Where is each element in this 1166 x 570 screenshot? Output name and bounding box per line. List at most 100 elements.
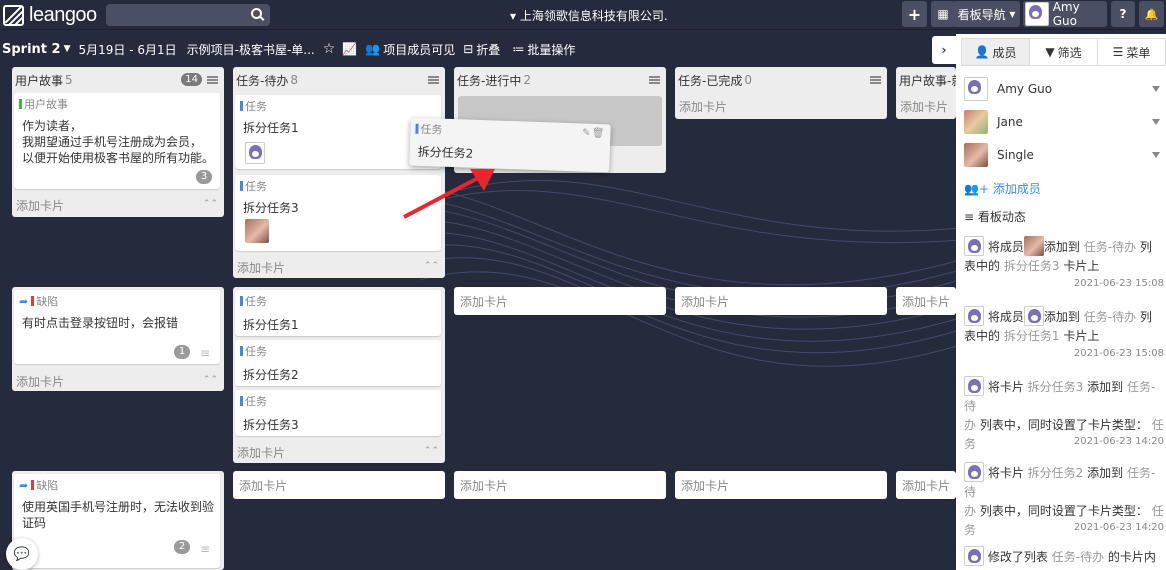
member-avatar xyxy=(245,142,265,164)
board-nav-button[interactable]: 看板导航 ▾ xyxy=(953,1,1020,27)
activity-link[interactable]: 办 xyxy=(964,504,976,518)
filter-icon[interactable] xyxy=(1152,119,1160,125)
add-user-icon: 👥+ xyxy=(964,182,989,196)
card-text: 拆分任务1 xyxy=(243,121,299,135)
activity-link[interactable]: 拆分任务1 xyxy=(1004,329,1060,343)
actor-avatar xyxy=(964,546,984,566)
collapse-up-icon[interactable]: ⌃⌃ xyxy=(203,375,218,385)
grid-icon[interactable]: ▦ xyxy=(931,1,955,27)
activity-link[interactable]: 务 xyxy=(964,437,976,451)
collapse-up-icon[interactable]: ⌃⌃ xyxy=(424,261,439,271)
search-input[interactable] xyxy=(106,4,270,26)
chevron-down-icon[interactable]: ▼ xyxy=(64,44,71,54)
activity-link[interactable]: 办 xyxy=(964,418,976,432)
activity-link[interactable]: 任 xyxy=(1152,418,1164,432)
column-title[interactable]: 任务-待办 xyxy=(236,72,288,89)
help-button[interactable]: ? xyxy=(1111,1,1135,27)
activity-title: 看板动态 xyxy=(977,210,1026,224)
card-type-bar xyxy=(240,181,243,191)
sprint-selector[interactable]: Sprint 2 xyxy=(2,42,61,57)
tab-menu[interactable]: ☰ 菜单 xyxy=(1098,39,1165,65)
side-panel: 👤 成员 ▼ 筛选 ☰ 菜单 Amy Guo Jane Single 👥+ 添加成员 … xyxy=(956,34,1166,570)
activity-text: 将卡片 xyxy=(987,380,1024,394)
activity-link[interactable]: 任务-待办 xyxy=(1052,550,1104,564)
filter-icon[interactable] xyxy=(1152,152,1160,158)
card-bug[interactable]: ➦ 缺陷 使用英国手机号注册时，无法收到验 证码 2 ≡ xyxy=(14,474,220,568)
edit-icon[interactable]: ✎ xyxy=(582,128,591,139)
column-menu-icon[interactable] xyxy=(207,76,218,84)
panel-tabs: 👤 成员 ▼ 筛选 ☰ 菜单 xyxy=(961,38,1166,66)
add-button[interactable]: + xyxy=(902,1,927,27)
add-member-button[interactable]: 👥+ 添加成员 xyxy=(964,180,1041,197)
filter-icon[interactable] xyxy=(1152,86,1160,92)
search-icon[interactable] xyxy=(251,8,262,19)
column-menu-icon[interactable] xyxy=(649,76,660,84)
panel-toggle-chevron-icon[interactable]: › xyxy=(932,36,956,64)
add-member-label: 添加成员 xyxy=(992,182,1041,196)
project-name[interactable]: 示例项目-极客书屋-单... xyxy=(187,41,315,58)
add-card-button[interactable]: 添加卡片 xyxy=(454,471,666,499)
card-bug[interactable]: ➦ 缺陷 有时点击登录按钮时，会报错 1 ≡ xyxy=(14,290,220,364)
add-card-button[interactable]: 添加卡片 xyxy=(896,287,956,315)
add-card-button[interactable]: 添加卡片 xyxy=(679,98,727,115)
tab-filter[interactable]: ▼ 筛选 xyxy=(1030,39,1098,65)
card-type: 任务 xyxy=(240,393,267,409)
member-item[interactable]: Jane xyxy=(964,110,1164,134)
chat-icon[interactable]: 💬 xyxy=(6,538,38,570)
column-header: 用户故事 5 14 xyxy=(12,67,224,93)
column-title[interactable]: 任务-已完成 xyxy=(678,72,742,89)
chart-icon[interactable]: 📈 xyxy=(342,42,357,56)
activity-link[interactable]: 拆分任务2 xyxy=(1028,466,1084,480)
notification-bell-icon[interactable]: 🔔 xyxy=(1139,1,1164,27)
collapse-up-icon[interactable]: ⌃⌃ xyxy=(203,199,218,209)
add-card-button[interactable]: 添加卡片 xyxy=(237,259,285,276)
visibility-button[interactable]: 项目成员可见 xyxy=(383,41,455,58)
activity-link[interactable]: 务 xyxy=(964,523,976,537)
column-title[interactable]: 用户故事 xyxy=(15,72,63,89)
column-title[interactable]: 用户故事-就 xyxy=(899,72,956,89)
member-item[interactable]: Single xyxy=(964,143,1164,167)
company-switcher[interactable]: ▾ 上海领歌信息科技有限公司. xyxy=(510,7,668,24)
star-icon[interactable]: ☆ xyxy=(323,41,336,57)
card-text-line: 使用英国手机号注册时，无法收到验 xyxy=(22,500,215,514)
activity-item: 将成员 添加到 任务-待办 列 表中的 拆分任务3 卡片上 2021-06-23 … xyxy=(964,236,1164,289)
collapse-up-icon[interactable]: ⌃⌃ xyxy=(424,446,439,456)
card-type-label: 任务 xyxy=(245,395,267,408)
add-card-button[interactable]: 添加卡片 xyxy=(675,287,887,315)
add-card-button[interactable]: 添加卡片 xyxy=(233,471,445,499)
tab-members[interactable]: 👤 成员 xyxy=(962,39,1030,65)
add-card-button[interactable]: 添加卡片 xyxy=(16,197,64,214)
activity-link[interactable]: 拆分任务3 xyxy=(1004,259,1060,273)
activity-link[interactable]: 任 xyxy=(1152,504,1164,518)
user-menu[interactable]: Amy Guo xyxy=(1023,0,1107,28)
card-text: 拆分任务3 xyxy=(243,418,299,432)
add-card-button[interactable]: 添加卡片 xyxy=(900,98,948,115)
card-task[interactable]: 任务 拆分任务2 xyxy=(235,340,441,386)
batch-button[interactable]: 批量操作 xyxy=(527,41,575,58)
activity-link[interactable]: 任务-待办 xyxy=(1084,310,1136,324)
collapse-button[interactable]: 折叠 xyxy=(476,41,500,58)
card-task[interactable]: 任务 拆分任务3 xyxy=(235,390,441,436)
add-card-button[interactable]: 添加卡片 xyxy=(896,471,956,499)
add-card-button[interactable]: 添加卡片 xyxy=(237,444,285,461)
column-title[interactable]: 任务-进行中 xyxy=(457,72,521,89)
card-user-story[interactable]: 用户故事 作为读者， 我期望通过手机号注册成为会员， 以便开始使用极客书屋的所有… xyxy=(14,93,220,189)
member-item[interactable]: Amy Guo xyxy=(964,77,1164,101)
activity-text: 添加到 xyxy=(1043,310,1080,324)
activity-item: 将成员 添加到 任务-待办 列 表中的 拆分任务1 卡片上 2021-06-23 … xyxy=(964,306,1164,359)
swimlane-bug-column: ➦ 缺陷 有时点击登录按钮时，会报错 1 ≡ 添加卡片 ⌃⌃ xyxy=(12,287,224,391)
delete-icon[interactable]: 🗑 xyxy=(592,128,605,139)
activity-time: 2021-06-23 14:20 xyxy=(1073,522,1164,533)
add-card-button[interactable]: 添加卡片 xyxy=(675,471,887,499)
activity-link[interactable]: 任务-待办 xyxy=(1084,240,1136,254)
add-card-button[interactable]: 添加卡片 xyxy=(16,373,64,390)
logo[interactable]: leangoo xyxy=(3,4,97,27)
column-header: 任务-进行中 2 xyxy=(454,67,666,93)
card-type-label: 任务 xyxy=(420,122,443,137)
column-menu-icon[interactable] xyxy=(870,76,881,84)
add-card-button[interactable]: 添加卡片 xyxy=(454,287,666,315)
member-avatar xyxy=(964,143,988,167)
column-menu-icon[interactable] xyxy=(428,76,439,84)
activity-link[interactable]: 拆分任务3 xyxy=(1028,380,1084,394)
card-task[interactable]: 任务 拆分任务1 xyxy=(235,290,441,336)
